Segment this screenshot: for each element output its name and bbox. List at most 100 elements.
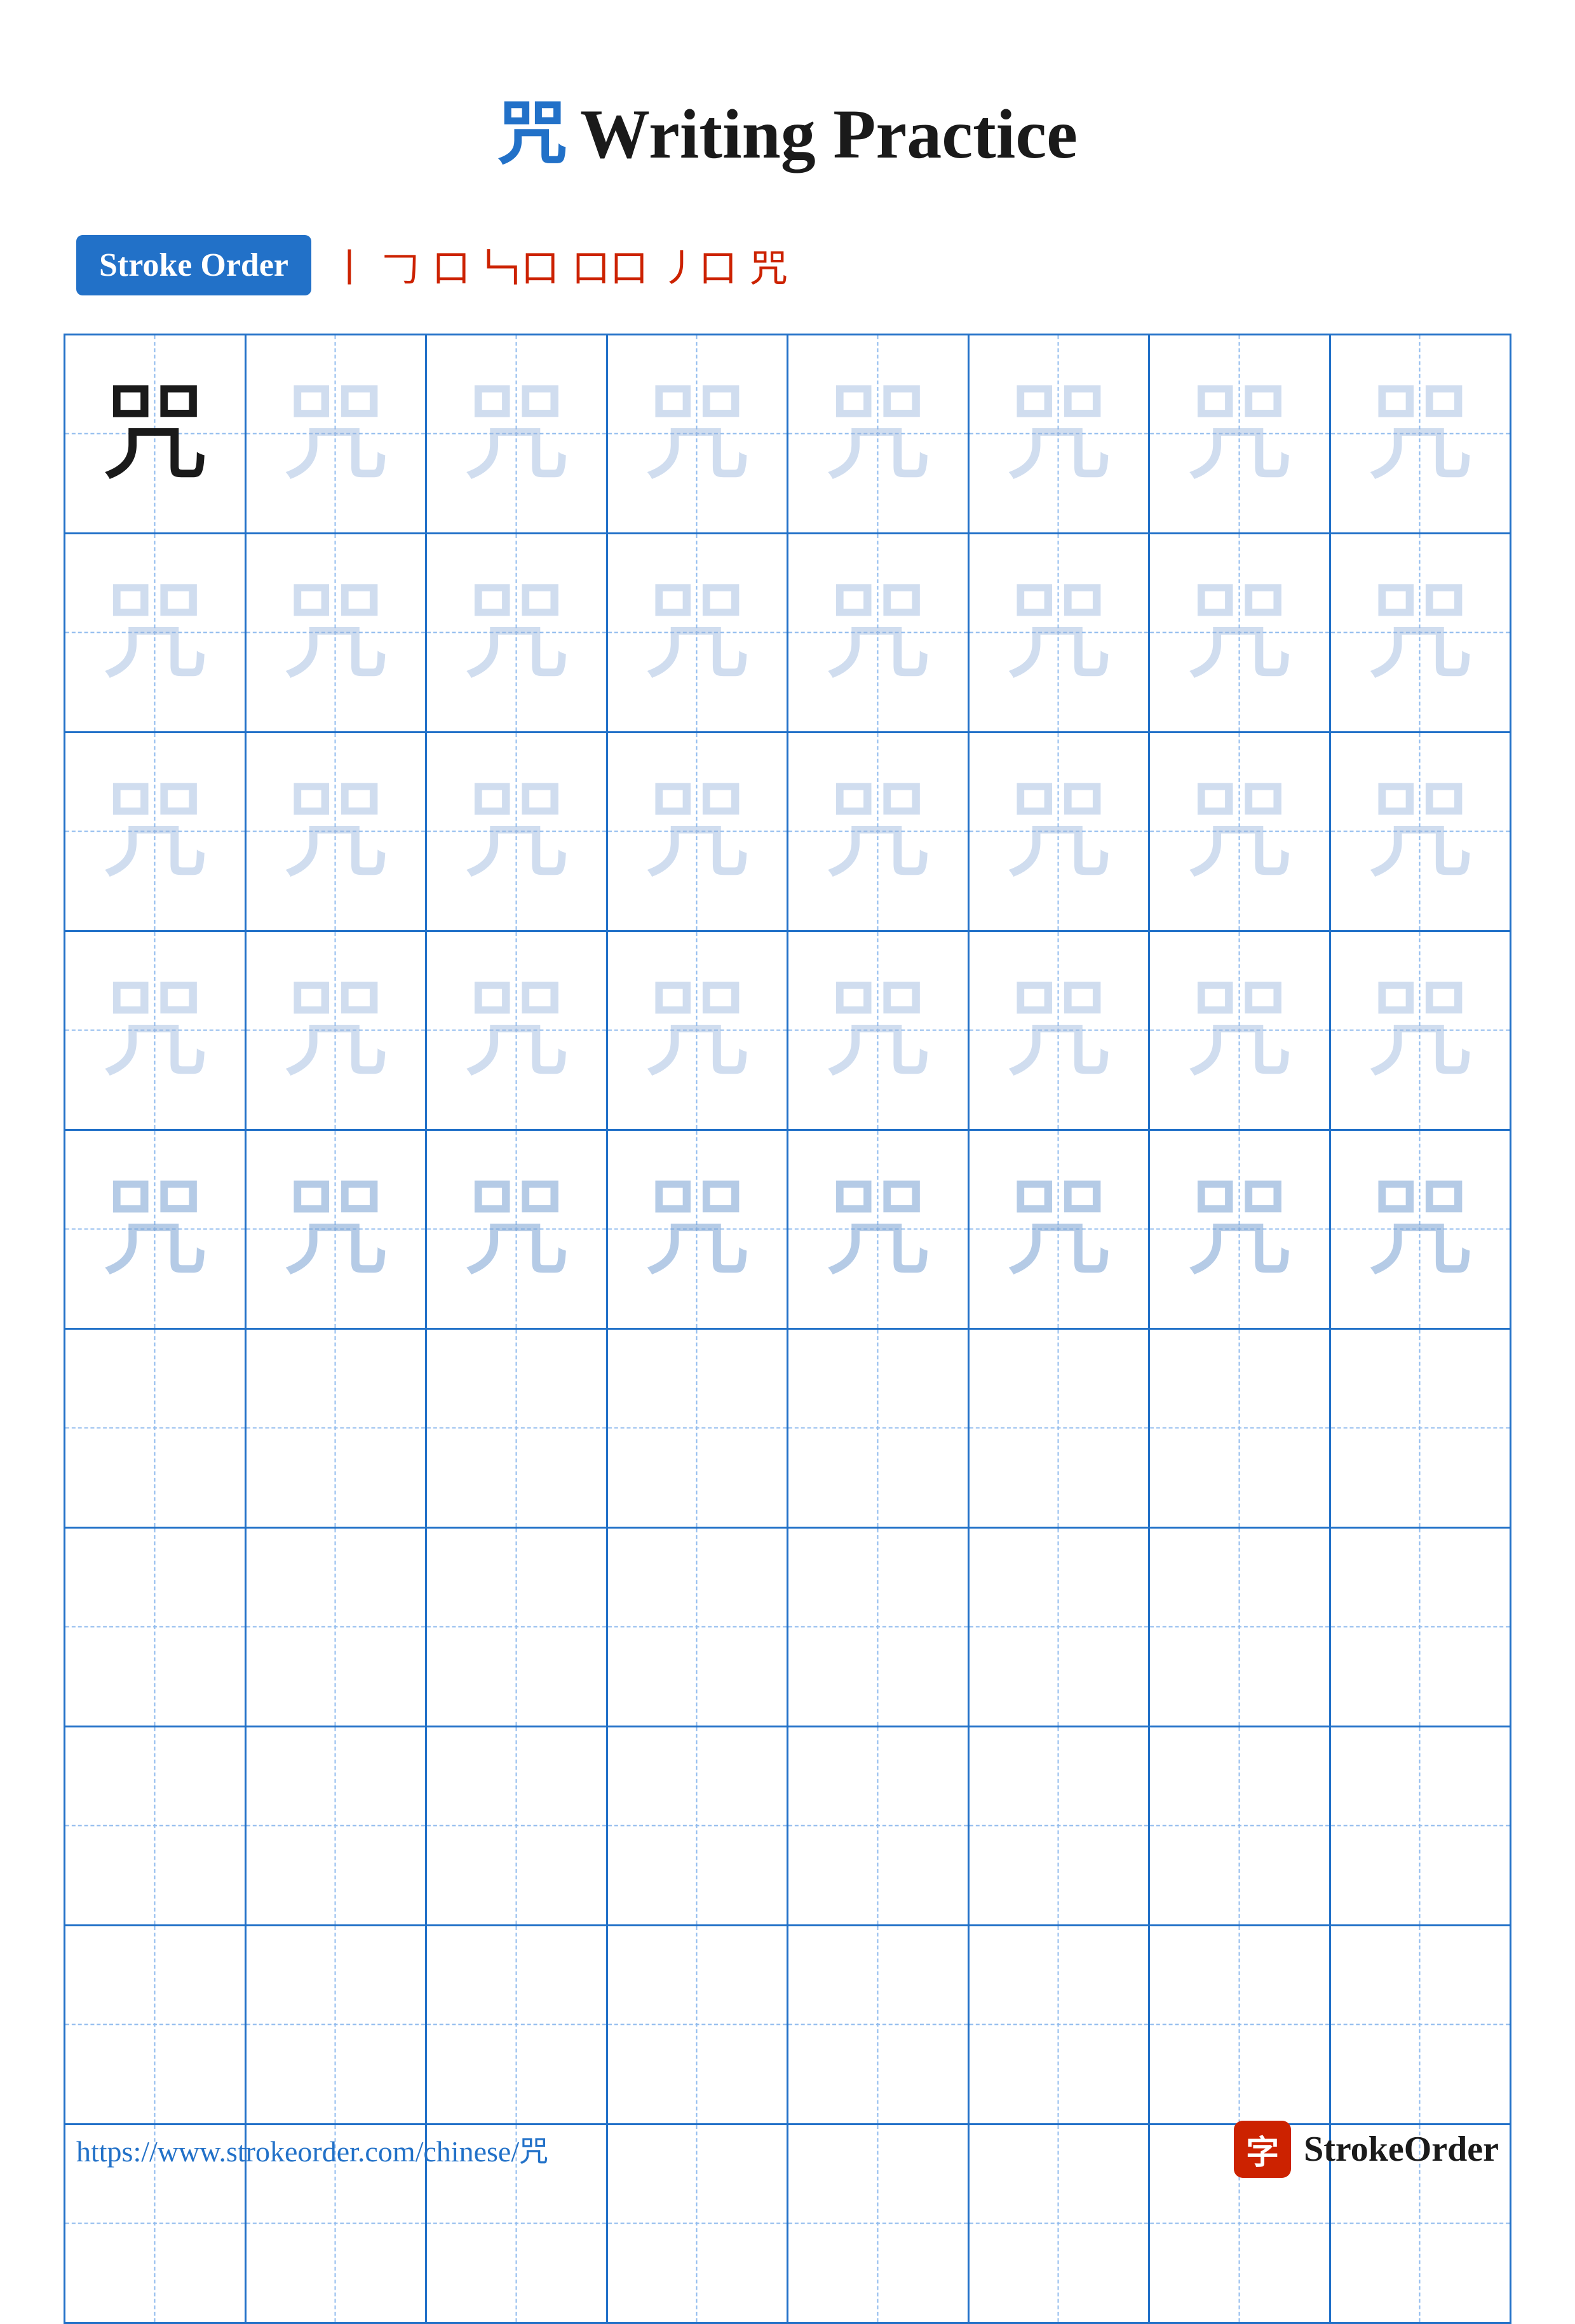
char-guide: 咒 — [281, 579, 389, 687]
char-guide: 咒 — [101, 1175, 209, 1283]
grid-cell[interactable] — [65, 1926, 247, 2123]
grid-cell[interactable]: 咒 — [1150, 534, 1331, 731]
grid-cell[interactable] — [247, 1926, 428, 2123]
grid-cell[interactable]: 咒 — [970, 1131, 1151, 1328]
grid-cell[interactable]: 咒 — [788, 335, 970, 532]
grid-cell[interactable]: 咒 — [65, 534, 247, 731]
grid-cell[interactable]: 咒 — [427, 335, 608, 532]
grid-cell[interactable] — [1150, 1330, 1331, 1527]
grid-cell[interactable] — [1331, 1529, 1510, 1726]
char-guide: 咒 — [1186, 579, 1294, 687]
grid-cell[interactable]: 咒 — [1331, 932, 1510, 1129]
stroke-1: 丨 — [330, 238, 368, 293]
title-text: Writing Practice — [580, 95, 1078, 173]
grid-row-3: 咒 咒 咒 咒 咒 咒 咒 咒 — [65, 733, 1510, 932]
grid-cell[interactable]: 咒 — [247, 335, 428, 532]
char-guide: 咒 — [1366, 976, 1474, 1084]
grid-cell[interactable] — [608, 1330, 789, 1527]
grid-cell[interactable]: 咒 — [970, 534, 1151, 731]
grid-cell[interactable]: 咒 — [1331, 534, 1510, 731]
char-guide: 咒 — [281, 976, 389, 1084]
char-guide: 咒 — [643, 380, 751, 488]
grid-cell[interactable] — [788, 1529, 970, 1726]
grid-cell[interactable] — [427, 1330, 608, 1527]
grid-cell[interactable] — [247, 1727, 428, 1924]
grid-cell[interactable] — [65, 1529, 247, 1726]
grid-cell[interactable] — [608, 1727, 789, 1924]
char-guide: 咒 — [643, 579, 751, 687]
grid-cell[interactable]: 咒 — [970, 335, 1151, 532]
grid-cell[interactable]: 咒 — [1150, 733, 1331, 930]
char-guide: 咒 — [1366, 778, 1474, 886]
stroke-order-section: Stroke Order 丨 𠃌 口 𠃑口 口口 丿口 咒 — [0, 216, 1575, 314]
grid-cell[interactable]: 咒 — [427, 733, 608, 930]
grid-cell[interactable] — [1331, 1926, 1510, 2123]
grid-cell[interactable]: 咒 — [427, 932, 608, 1129]
char-guide: 咒 — [824, 380, 932, 488]
grid-cell[interactable] — [788, 1330, 970, 1527]
grid-cell[interactable]: 咒 — [608, 335, 789, 532]
char-guide: 咒 — [1186, 1175, 1294, 1283]
char-guide: 咒 — [824, 778, 932, 886]
grid-cell[interactable] — [247, 1330, 428, 1527]
grid-cell[interactable]: 咒 — [1331, 733, 1510, 930]
grid-cell[interactable]: 咒 — [608, 932, 789, 1129]
grid-cell[interactable]: 咒 — [247, 1131, 428, 1328]
grid-cell[interactable] — [65, 1330, 247, 1527]
grid-cell[interactable]: 咒 — [247, 932, 428, 1129]
grid-cell[interactable]: 咒 — [65, 733, 247, 930]
char-guide: 咒 — [1366, 1175, 1474, 1283]
grid-cell[interactable]: 咒 — [1150, 1131, 1331, 1328]
grid-cell[interactable] — [970, 1926, 1151, 2123]
grid-cell[interactable]: 咒 — [970, 733, 1151, 930]
grid-cell[interactable]: 咒 — [65, 932, 247, 1129]
grid-cell[interactable]: 咒 — [65, 335, 247, 532]
grid-cell[interactable] — [1150, 1727, 1331, 1924]
grid-cell[interactable]: 咒 — [608, 733, 789, 930]
char-guide: 咒 — [824, 976, 932, 1084]
grid-cell[interactable]: 咒 — [1150, 932, 1331, 1129]
grid-row-5: 咒 咒 咒 咒 咒 咒 咒 咒 — [65, 1131, 1510, 1330]
grid-cell[interactable] — [1150, 1926, 1331, 2123]
practice-grid: 咒 咒 咒 咒 咒 咒 咒 咒 咒 咒 咒 — [64, 334, 1511, 2324]
grid-cell[interactable]: 咒 — [1331, 1131, 1510, 1328]
grid-cell[interactable] — [1331, 1727, 1510, 1924]
grid-cell[interactable] — [788, 1727, 970, 1924]
char-guide: 咒 — [101, 778, 209, 886]
grid-cell[interactable]: 咒 — [427, 534, 608, 731]
grid-cell[interactable]: 咒 — [1150, 335, 1331, 532]
grid-cell[interactable] — [970, 1330, 1151, 1527]
grid-cell[interactable]: 咒 — [65, 1131, 247, 1328]
stroke-sequence: 丨 𠃌 口 𠃑口 口口 丿口 咒 — [330, 238, 788, 293]
grid-cell[interactable]: 咒 — [247, 733, 428, 930]
footer-url[interactable]: https://www.strokeorder.com/chinese/咒 — [76, 2128, 548, 2170]
grid-cell[interactable]: 咒 — [608, 534, 789, 731]
grid-cell[interactable]: 咒 — [788, 733, 970, 930]
char-guide: 咒 — [463, 380, 571, 488]
grid-cell[interactable] — [247, 1529, 428, 1726]
grid-cell[interactable] — [608, 1529, 789, 1726]
stroke-6: 丿口 — [661, 238, 737, 293]
grid-cell[interactable]: 咒 — [788, 1131, 970, 1328]
grid-cell[interactable] — [608, 1926, 789, 2123]
grid-row-8 — [65, 1727, 1510, 1926]
grid-cell[interactable] — [1331, 1330, 1510, 1527]
grid-cell[interactable]: 咒 — [608, 1131, 789, 1328]
grid-cell[interactable] — [65, 1727, 247, 1924]
grid-cell[interactable] — [1150, 1529, 1331, 1726]
grid-cell[interactable] — [970, 1727, 1151, 1924]
grid-cell[interactable] — [970, 1529, 1151, 1726]
grid-row-6 — [65, 1330, 1510, 1529]
grid-cell[interactable] — [427, 1529, 608, 1726]
grid-cell[interactable]: 咒 — [1331, 335, 1510, 532]
grid-cell[interactable]: 咒 — [788, 932, 970, 1129]
grid-cell[interactable] — [788, 1926, 970, 2123]
char-guide: 咒 — [1186, 976, 1294, 1084]
grid-cell[interactable]: 咒 — [788, 534, 970, 731]
grid-cell[interactable]: 咒 — [427, 1131, 608, 1328]
char-guide: 咒 — [281, 1175, 389, 1283]
grid-cell[interactable] — [427, 1727, 608, 1924]
grid-cell[interactable]: 咒 — [247, 534, 428, 731]
grid-cell[interactable]: 咒 — [970, 932, 1151, 1129]
grid-cell[interactable] — [427, 1926, 608, 2123]
